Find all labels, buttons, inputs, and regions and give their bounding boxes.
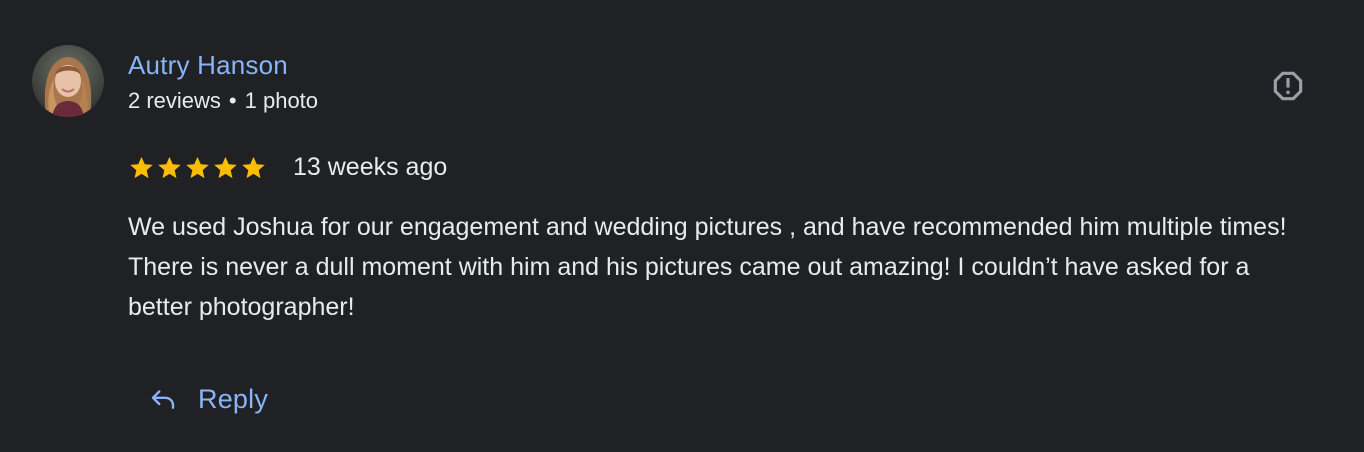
reply-label: Reply — [198, 383, 269, 414]
report-icon — [1273, 71, 1303, 101]
review-card: Autry Hanson 2 reviews • 1 photo 13 weeks … — [0, 0, 1364, 452]
reviewer-meta: 2 reviews • 1 photo — [128, 88, 318, 114]
reply-icon — [151, 390, 175, 409]
rating-row: 13 weeks ago — [128, 150, 447, 184]
star-rating — [128, 154, 267, 181]
review-text: We used Joshua for our engagement and we… — [128, 213, 1287, 321]
reply-button[interactable]: Reply — [136, 374, 280, 424]
reviewer-review-count: 2 reviews — [128, 88, 221, 113]
star-icon — [242, 156, 265, 178]
reviewer-name[interactable]: Autry Hanson — [128, 49, 288, 81]
avatar-photo — [32, 45, 104, 117]
star-icon — [186, 156, 209, 178]
star-icon — [130, 156, 153, 178]
report-review-button[interactable] — [1266, 64, 1310, 108]
review-date: 13 weeks ago — [293, 152, 448, 181]
star-icon — [214, 156, 237, 178]
reviewer-photo-count: 1 photo — [244, 88, 319, 113]
star-icon — [158, 156, 181, 178]
reviewer-avatar[interactable] — [32, 45, 104, 117]
meta-separator: • — [228, 88, 237, 113]
